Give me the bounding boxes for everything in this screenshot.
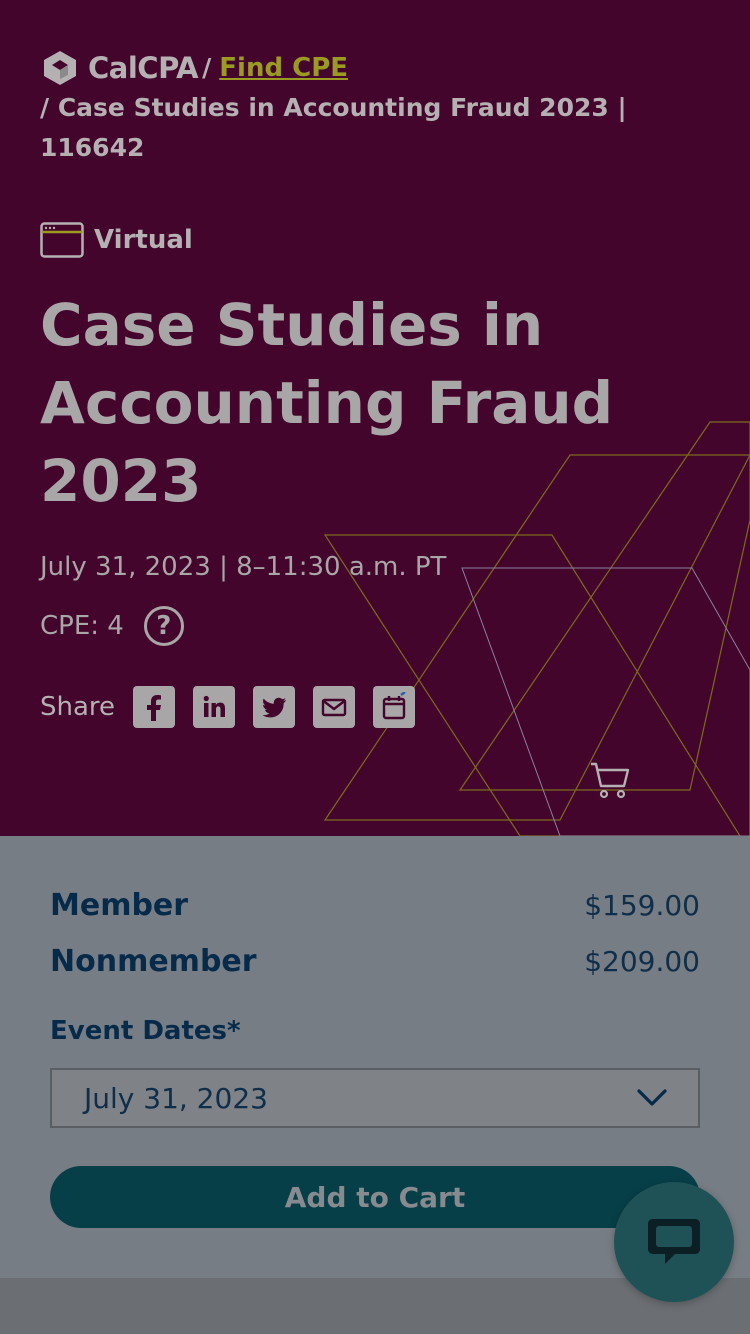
calendar-icon[interactable]: [373, 686, 416, 728]
cpe-label: CPE: 4: [40, 611, 124, 641]
breadcrumb-separator: /: [202, 53, 212, 82]
browser-window-icon: [40, 222, 84, 258]
selected-date: July 31, 2023: [84, 1081, 268, 1115]
help-icon[interactable]: ?: [143, 606, 184, 646]
event-dates-label: Event Dates*: [50, 1016, 241, 1046]
page-title: Case Studies in Accounting Fraud 2023: [40, 291, 614, 515]
breadcrumb-link-find-cpe[interactable]: Find CPE: [219, 48, 348, 88]
add-to-cart-button[interactable]: Add to Cart: [50, 1166, 700, 1228]
member-price: $159.00: [584, 889, 700, 922]
chat-bubble-icon: [648, 1219, 700, 1264]
facebook-icon[interactable]: [133, 686, 176, 728]
calcpa-logo[interactable]: CalCPA: [40, 48, 199, 88]
twitter-icon[interactable]: [253, 686, 296, 728]
logo-text: CalCPA: [88, 51, 199, 85]
linkedin-icon[interactable]: [193, 686, 236, 728]
format-label: Virtual: [94, 225, 193, 255]
event-format: Virtual: [40, 222, 193, 258]
event-date-select[interactable]: July 31, 2023: [50, 1068, 700, 1128]
nonmember-price: $209.00: [584, 945, 700, 978]
cart-icon[interactable]: [588, 758, 632, 802]
breadcrumb-current: / Case Studies in Accounting Fraud 2023 …: [40, 93, 627, 162]
breadcrumb: CalCPA / Find CPE / Case Studies in Acco…: [40, 48, 680, 168]
nonmember-label: Nonmember: [50, 944, 257, 979]
cpe-credits: CPE: 4 ?: [40, 606, 184, 646]
chevron-down-icon: [637, 1089, 667, 1106]
nonmember-price-row: Nonmember $209.00: [50, 944, 700, 979]
share-bar: Share: [40, 686, 416, 728]
member-label: Member: [50, 888, 189, 923]
share-label: Share: [40, 692, 116, 722]
logo-cube-icon: [44, 51, 76, 85]
email-icon[interactable]: [313, 686, 356, 728]
event-date-time: July 31, 2023 | 8–11:30 a.m. PT: [40, 552, 447, 582]
event-hero: CalCPA / Find CPE / Case Studies in Acco…: [0, 0, 750, 836]
chat-button[interactable]: [614, 1182, 734, 1302]
member-price-row: Member $159.00: [50, 888, 700, 923]
